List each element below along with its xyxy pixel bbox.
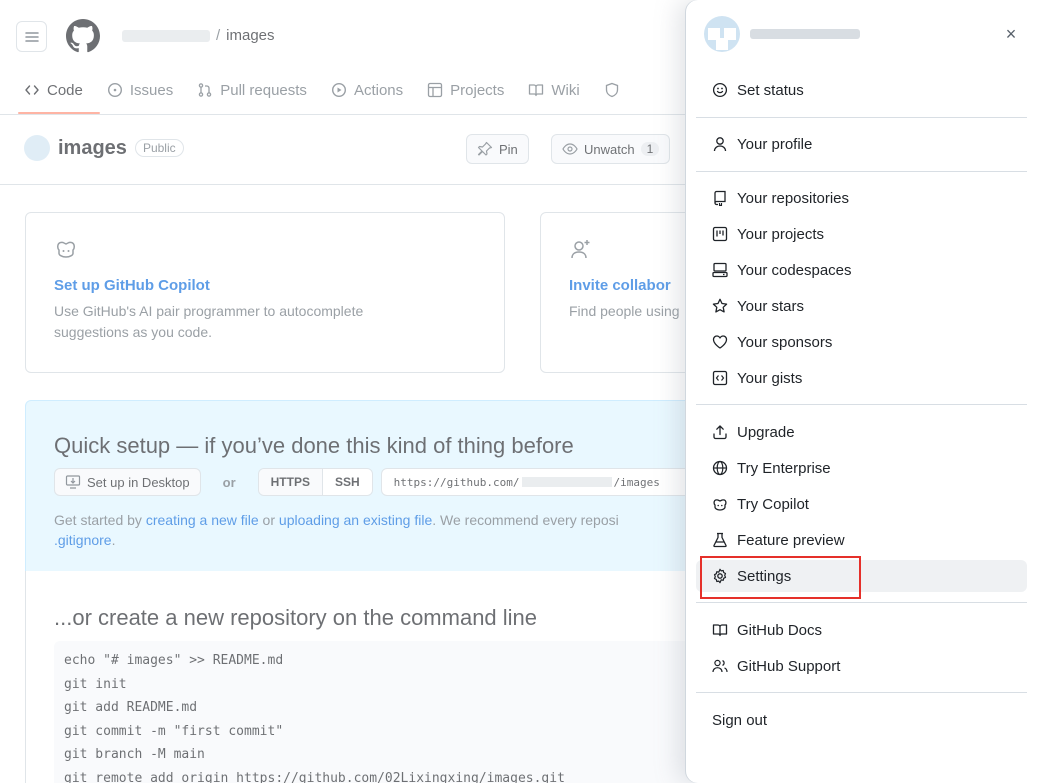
menu-item-github-support[interactable]: GitHub Support (696, 650, 1027, 682)
menu-item-label: GitHub Docs (737, 621, 823, 639)
globe-icon (712, 460, 728, 476)
menu-item-try-copilot[interactable]: Try Copilot (696, 488, 1027, 520)
menu-item-label: Set status (737, 81, 804, 99)
code-square-icon (712, 370, 728, 386)
user-menu-drawer: × Set status Your profile Your repositor… (686, 0, 1048, 783)
menu-item-label: Your profile (737, 135, 813, 153)
menu-item-your-codespaces[interactable]: Your codespaces (696, 254, 1027, 286)
menu-item-label: Your gists (737, 369, 803, 387)
menu-item-your-projects[interactable]: Your projects (696, 218, 1027, 250)
menu-item-your-sponsors[interactable]: Your sponsors (696, 326, 1027, 358)
menu-item-your-profile[interactable]: Your profile (696, 128, 1027, 160)
menu-item-your-stars[interactable]: Your stars (696, 290, 1027, 322)
codespaces-icon (712, 262, 728, 278)
menu-item-label: Feature preview (737, 531, 845, 549)
menu-item-label: Sign out (712, 711, 768, 729)
menu-divider (696, 602, 1027, 603)
menu-item-label: Try Copilot (737, 495, 809, 513)
person-icon (713, 137, 727, 152)
gear-icon (713, 568, 727, 584)
menu-item-your-gists[interactable]: Your gists (696, 362, 1027, 394)
close-menu-button[interactable]: × (998, 21, 1024, 47)
menu-item-label: Your stars (737, 297, 804, 315)
menu-item-settings[interactable]: Settings (696, 560, 1027, 592)
menu-item-try-enterprise[interactable]: Try Enterprise (696, 452, 1027, 484)
menu-item-label: Your projects (737, 225, 824, 243)
menu-item-label: Your codespaces (737, 261, 852, 279)
menu-item-set-status[interactable]: Set status (696, 74, 1027, 106)
menu-item-upgrade[interactable]: Upgrade (696, 416, 1027, 448)
upload-icon (713, 425, 727, 440)
menu-item-label: Try Enterprise (737, 459, 831, 477)
menu-item-feature-preview[interactable]: Feature preview (696, 524, 1027, 556)
menu-item-label: Upgrade (737, 423, 795, 441)
menu-item-github-docs[interactable]: GitHub Docs (696, 614, 1027, 646)
menu-item-sign-out[interactable]: Sign out (696, 704, 1027, 736)
menu-divider (696, 171, 1027, 172)
heart-icon (712, 335, 728, 349)
menu-item-label: Settings (737, 567, 792, 585)
smiley-icon (712, 82, 728, 98)
project-icon (712, 226, 728, 242)
username-redacted (750, 29, 860, 39)
star-icon (712, 298, 728, 313)
copilot-icon (713, 499, 727, 511)
repo-icon (714, 190, 726, 206)
menu-divider (696, 692, 1027, 693)
menu-divider (696, 404, 1027, 405)
beaker-icon (713, 532, 727, 548)
menu-item-label: Your sponsors (737, 333, 833, 351)
user-avatar (704, 16, 740, 52)
book-icon (712, 624, 728, 637)
menu-divider (696, 117, 1027, 118)
close-icon: × (1005, 23, 1017, 44)
menu-item-label: GitHub Support (737, 657, 841, 675)
menu-item-your-repositories[interactable]: Your repositories (696, 182, 1027, 214)
user-menu-header (704, 16, 860, 52)
menu-item-label: Your repositories (737, 189, 850, 207)
people-icon (712, 659, 728, 673)
